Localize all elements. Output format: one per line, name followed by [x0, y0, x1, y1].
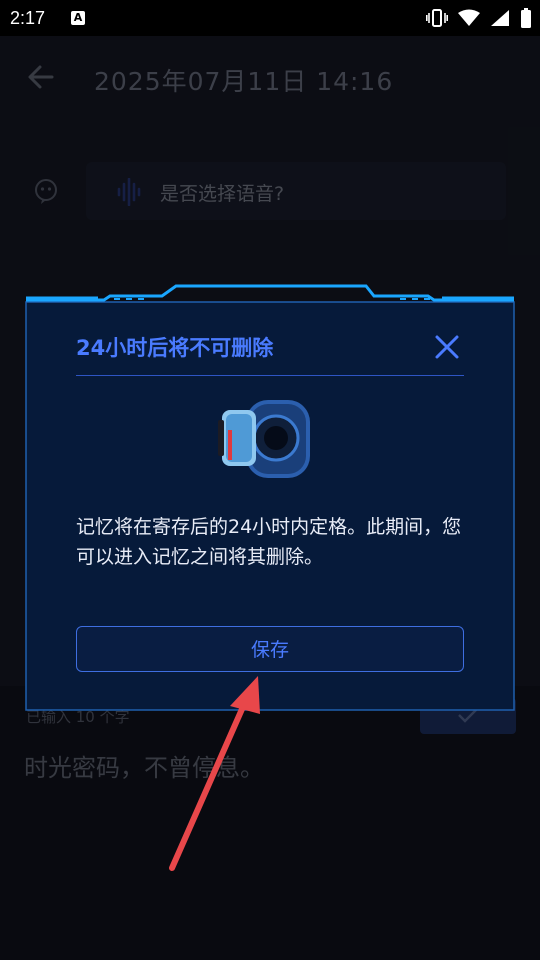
battery-icon	[521, 8, 531, 28]
status-icons	[426, 8, 532, 28]
wifi-icon	[458, 9, 480, 26]
status-time: 2:17	[10, 8, 46, 28]
red-arrow-annotation	[169, 676, 260, 871]
close-icon[interactable]	[434, 334, 460, 360]
delete-warning-dialog: 24小时后将不可删除 记忆将在寄存后的24小时内定格。此期间，您可以进入记忆之间…	[24, 284, 516, 712]
dialog-message: 记忆将在寄存后的24小时内定格。此期间，您可以进入记忆之间将其删除。	[76, 516, 462, 568]
app-notification-icon: A	[71, 11, 85, 25]
dialog-title: 24小时后将不可删除	[76, 336, 274, 360]
save-button[interactable]: 保存	[76, 626, 464, 672]
signal-icon	[491, 10, 509, 26]
dialog-divider	[76, 375, 464, 376]
status-bar: 2:17 A	[0, 0, 540, 36]
memory-capsule-icon	[218, 400, 310, 478]
vibrate-icon	[426, 9, 448, 27]
